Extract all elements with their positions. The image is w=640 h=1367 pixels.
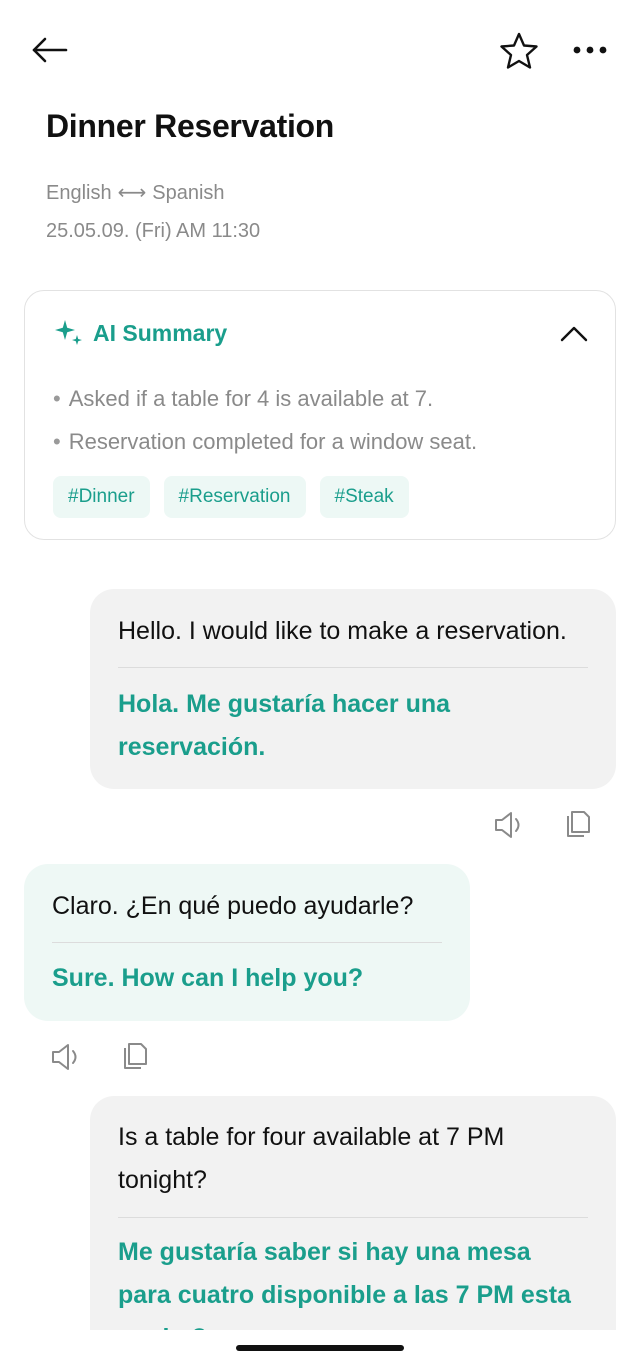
sparkle-icon [55, 320, 82, 345]
copy-icon [124, 1043, 147, 1069]
star-outline-icon [500, 32, 538, 69]
conversation-datetime: 25.05.09. (Fri) AM 11:30 [46, 220, 261, 242]
bubble-divider [52, 942, 442, 943]
bubble-divider [118, 667, 588, 668]
message-bubble-incoming: Claro. ¿En qué puedo ayudarle? Sure. How… [24, 864, 470, 1021]
play-audio-button[interactable] [49, 1040, 83, 1079]
home-indicator[interactable] [236, 1345, 404, 1351]
ai-summary-card: AI Summary Asked if a table for 4 is ava… [24, 290, 616, 540]
summary-bullets: Asked if a table for 4 is available at 7… [53, 377, 477, 463]
translated-text: Sure. How can I help you? [52, 964, 364, 992]
tag-steak[interactable]: #Steak [319, 476, 409, 518]
swap-arrow-icon: ⟷ [117, 182, 147, 204]
summary-bullet: Asked if a table for 4 is available at 7… [53, 377, 477, 420]
speaker-icon [495, 812, 520, 838]
play-audio-button[interactable] [492, 808, 526, 847]
collapse-summary-button[interactable] [557, 319, 591, 349]
ai-summary-header[interactable]: AI Summary [53, 317, 227, 349]
translated-text: Hola. Me gustaría hacer una reservación. [118, 690, 451, 761]
arrow-left-icon [32, 37, 68, 63]
message-actions [492, 808, 594, 847]
message-actions [49, 1040, 151, 1079]
chevron-up-icon [560, 326, 588, 342]
ai-summary-label: AI Summary [93, 319, 228, 346]
target-language: Spanish [152, 182, 225, 204]
bubble-divider [118, 1217, 588, 1218]
original-text: Is a table for four available at 7 PM to… [118, 1123, 505, 1194]
speaker-icon [52, 1044, 77, 1070]
message-bubble-outgoing: Hello. I would like to make a reservatio… [90, 589, 616, 789]
original-text: Hello. I would like to make a reservatio… [118, 617, 567, 645]
source-language: English [46, 182, 112, 204]
original-text: Claro. ¿En qué puedo ayudarle? [52, 892, 414, 920]
top-app-bar [0, 0, 640, 100]
more-horizontal-icon [573, 46, 607, 54]
back-button[interactable] [28, 30, 72, 70]
tag-reservation[interactable]: #Reservation [163, 476, 306, 518]
language-pair: English ⟷ Spanish [46, 180, 225, 205]
more-options-button[interactable] [568, 30, 612, 70]
favorite-button[interactable] [498, 30, 540, 72]
message-bubble-outgoing: Is a table for four available at 7 PM to… [90, 1096, 616, 1356]
summary-bullet: Reservation completed for a window seat. [53, 420, 477, 463]
conversation-title: Dinner Reservation [46, 108, 335, 144]
copy-button[interactable] [560, 808, 594, 847]
tag-dinner[interactable]: #Dinner [53, 476, 150, 518]
copy-button[interactable] [117, 1040, 151, 1079]
copy-icon [567, 811, 590, 837]
summary-tags: #Dinner #Reservation #Steak [53, 476, 409, 518]
